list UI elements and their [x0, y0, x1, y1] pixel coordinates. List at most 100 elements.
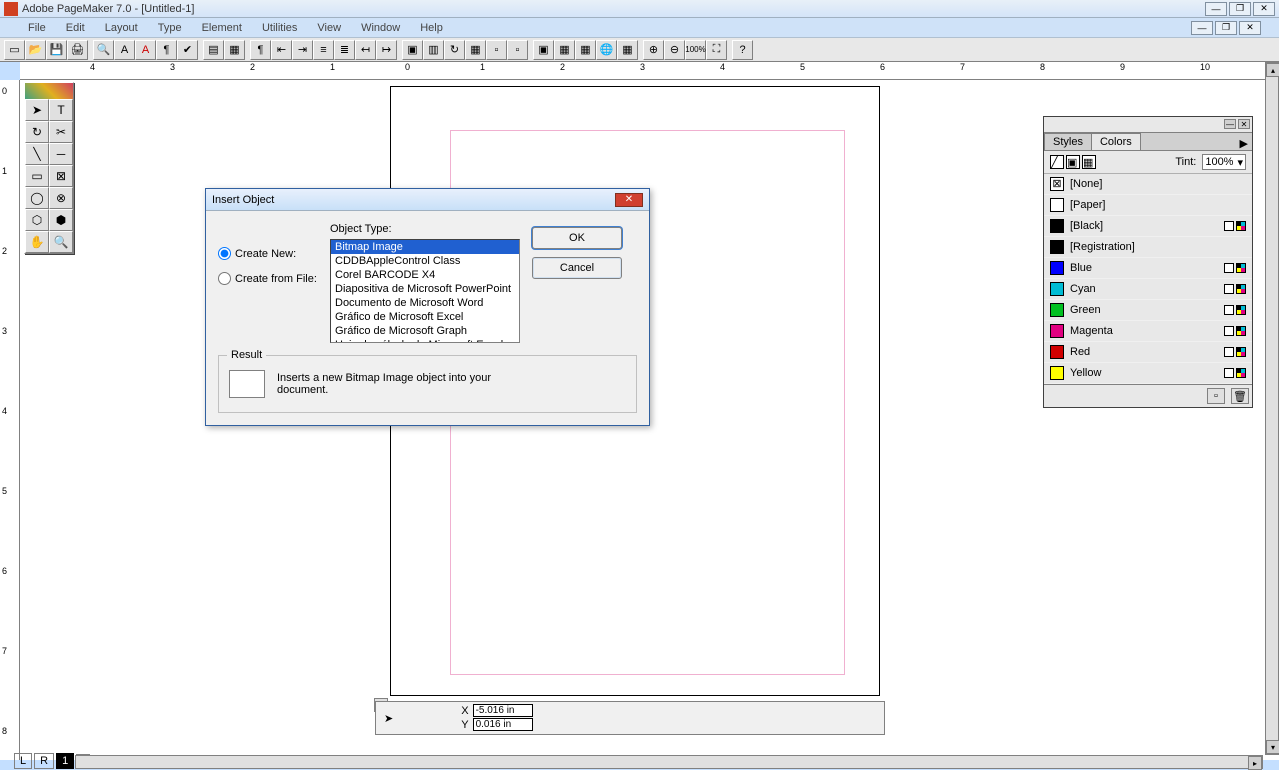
- tool-zoomin[interactable]: ⊕: [643, 40, 664, 60]
- panel-minimize-button[interactable]: —: [1224, 119, 1236, 129]
- object-type-option[interactable]: Gráfico de Microsoft Graph: [331, 324, 519, 338]
- line-tool[interactable]: ╲: [25, 143, 49, 165]
- tool-check[interactable]: ✔: [177, 40, 198, 60]
- color-item[interactable]: Magenta: [1044, 321, 1252, 342]
- stroke-swatch[interactable]: ╱: [1050, 155, 1064, 169]
- scroll-up-arrow[interactable]: ▴: [1266, 63, 1279, 77]
- tool-link4[interactable]: ▦: [617, 40, 638, 60]
- rotate-tool[interactable]: ↻: [25, 121, 49, 143]
- panel-menu-arrow[interactable]: ▶: [1236, 137, 1252, 150]
- menu-window[interactable]: Window: [351, 20, 410, 36]
- tool-deletepg[interactable]: ▫: [507, 40, 528, 60]
- color-item[interactable]: ⊠[None]: [1044, 174, 1252, 195]
- tool-zoomout[interactable]: ⊖: [664, 40, 685, 60]
- doc-restore-button[interactable]: ❐: [1215, 21, 1237, 35]
- object-type-option[interactable]: Hoja de cálculo de Microsoft Excel: [331, 338, 519, 343]
- toolbox-header[interactable]: [25, 83, 73, 99]
- tool-link2[interactable]: ▦: [575, 40, 596, 60]
- constrain-line-tool[interactable]: ─: [49, 143, 73, 165]
- tool-link1[interactable]: ▦: [554, 40, 575, 60]
- zoom-tool[interactable]: 🔍: [49, 231, 73, 253]
- dialog-close-button[interactable]: ✕: [615, 193, 643, 207]
- menu-file[interactable]: File: [18, 20, 56, 36]
- color-item[interactable]: [Paper]: [1044, 195, 1252, 216]
- tool-help[interactable]: ?: [732, 40, 753, 60]
- tool-print[interactable]: 🖨: [67, 40, 88, 60]
- doc-minimize-button[interactable]: —: [1191, 21, 1213, 35]
- menu-element[interactable]: Element: [192, 20, 252, 36]
- color-item[interactable]: Cyan: [1044, 279, 1252, 300]
- color-item[interactable]: Green: [1044, 300, 1252, 321]
- menu-view[interactable]: View: [307, 20, 351, 36]
- object-type-option[interactable]: Gráfico de Microsoft Excel: [331, 310, 519, 324]
- tool-insertpg[interactable]: ▫: [486, 40, 507, 60]
- object-type-option[interactable]: Diapositiva de Microsoft PowerPoint: [331, 282, 519, 296]
- ok-button[interactable]: OK: [532, 227, 622, 249]
- master-page-l[interactable]: L: [14, 753, 32, 769]
- tool-place[interactable]: ▦: [465, 40, 486, 60]
- polygon-tool[interactable]: ⬡: [25, 209, 49, 231]
- menu-utilities[interactable]: Utilities: [252, 20, 307, 36]
- tab-styles[interactable]: Styles: [1044, 133, 1092, 150]
- tool-open[interactable]: 📂: [25, 40, 46, 60]
- rectangle-tool[interactable]: ▭: [25, 165, 49, 187]
- polygon-frame-tool[interactable]: ⬢: [49, 209, 73, 231]
- panel-close-button[interactable]: ✕: [1238, 119, 1250, 129]
- object-type-listbox[interactable]: Bitmap ImageCDDBAppleControl ClassCorel …: [330, 239, 520, 343]
- tool-update[interactable]: ↻: [444, 40, 465, 60]
- tool-link3[interactable]: 🌐: [596, 40, 617, 60]
- page-1[interactable]: 1: [56, 753, 74, 769]
- menu-layout[interactable]: Layout: [95, 20, 148, 36]
- scroll-down-arrow[interactable]: ▾: [1266, 740, 1279, 754]
- doc-close-button[interactable]: ✕: [1239, 21, 1261, 35]
- tool-indent-dec[interactable]: ⇤: [271, 40, 292, 60]
- menu-edit[interactable]: Edit: [56, 20, 95, 36]
- tab-colors[interactable]: Colors: [1091, 133, 1141, 150]
- color-item[interactable]: Yellow: [1044, 363, 1252, 384]
- master-page-r[interactable]: R: [34, 753, 54, 769]
- ellipse-tool[interactable]: ◯: [25, 187, 49, 209]
- tool-frame[interactable]: ▦: [224, 40, 245, 60]
- maximize-button[interactable]: ❐: [1229, 2, 1251, 16]
- tool-actual[interactable]: 100%: [685, 40, 706, 60]
- tool-indent-inc[interactable]: ⇥: [292, 40, 313, 60]
- object-type-option[interactable]: Corel BARCODE X4: [331, 268, 519, 282]
- tool-para[interactable]: ¶: [156, 40, 177, 60]
- object-type-option[interactable]: Documento de Microsoft Word: [331, 296, 519, 310]
- menu-help[interactable]: Help: [410, 20, 453, 36]
- tool-indent[interactable]: ↦: [376, 40, 397, 60]
- tool-bullets[interactable]: ≡: [313, 40, 334, 60]
- tool-new[interactable]: ▭: [4, 40, 25, 60]
- tool-photoshop[interactable]: ▣: [533, 40, 554, 60]
- x-field[interactable]: [473, 704, 533, 717]
- tool-tab[interactable]: ¶: [250, 40, 271, 60]
- new-color-button[interactable]: ▫: [1207, 388, 1225, 404]
- tool-find[interactable]: 🔍: [93, 40, 114, 60]
- tint-dropdown[interactable]: 100% ▾: [1202, 154, 1246, 170]
- radio-create-from-file[interactable]: Create from File:: [218, 272, 318, 285]
- delete-color-button[interactable]: 🗑: [1231, 388, 1249, 404]
- tool-textwrap[interactable]: ▣: [402, 40, 423, 60]
- color-item[interactable]: [Registration]: [1044, 237, 1252, 258]
- both-swatch[interactable]: ▦: [1082, 155, 1096, 169]
- color-item[interactable]: [Black]: [1044, 216, 1252, 237]
- text-tool[interactable]: T: [49, 99, 73, 121]
- object-type-option[interactable]: CDDBAppleControl Class: [331, 254, 519, 268]
- y-field[interactable]: [473, 718, 533, 731]
- fill-swatch[interactable]: ▣: [1066, 155, 1080, 169]
- tool-fit[interactable]: ⛶: [706, 40, 727, 60]
- color-item[interactable]: Red: [1044, 342, 1252, 363]
- tool-fill[interactable]: ▤: [203, 40, 224, 60]
- tool-save[interactable]: 💾: [46, 40, 67, 60]
- minimize-button[interactable]: —: [1205, 2, 1227, 16]
- hand-tool[interactable]: ✋: [25, 231, 49, 253]
- dialog-titlebar[interactable]: Insert Object ✕: [206, 189, 649, 211]
- scroll-right-arrow[interactable]: ▸: [1248, 756, 1262, 770]
- radio-create-new[interactable]: Create New:: [218, 247, 318, 260]
- tool-outdent[interactable]: ↤: [355, 40, 376, 60]
- rect-frame-tool[interactable]: ⊠: [49, 165, 73, 187]
- tool-frameopt[interactable]: ▥: [423, 40, 444, 60]
- ellipse-frame-tool[interactable]: ⊗: [49, 187, 73, 209]
- horizontal-scrollbar[interactable]: ▸: [75, 755, 1263, 769]
- tool-numbers[interactable]: ≣: [334, 40, 355, 60]
